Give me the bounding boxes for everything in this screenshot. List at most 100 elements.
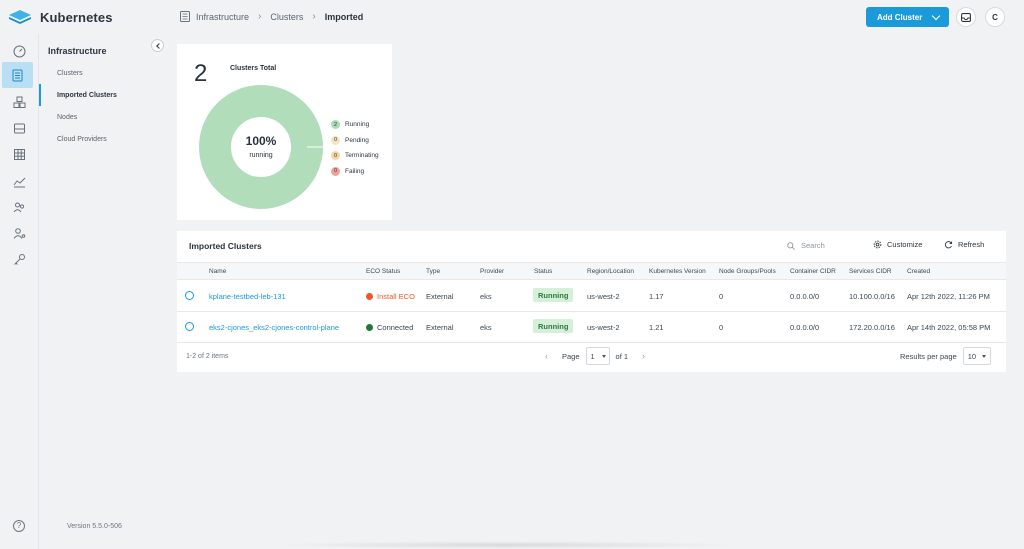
refresh-button[interactable]: Refresh (944, 240, 984, 249)
legend-running-count: 2 (331, 120, 340, 130)
eco-status-dot (366, 324, 373, 331)
rail-users[interactable] (5, 194, 33, 220)
add-cluster-label: Add Cluster (877, 12, 923, 22)
metrics-icon (13, 177, 25, 187)
cluster-k8s-version: 1.21 (649, 323, 664, 332)
breadcrumb-item-imported: Imported (324, 11, 364, 22)
cluster-name-link[interactable]: kplane-testbed-leb-131 (209, 292, 286, 301)
col-header-region[interactable]: Region/Location (587, 268, 634, 275)
subnav-item-imported-clusters[interactable]: Imported Clusters (57, 92, 117, 99)
cluster-k8s-version: 1.17 (649, 292, 664, 301)
rail-infrastructure[interactable] (2, 62, 33, 88)
gear-icon (873, 240, 882, 249)
storage-icon (13, 123, 25, 133)
layers-logo-icon (9, 10, 31, 24)
rail-catalog[interactable] (5, 141, 33, 167)
subnav-item-clusters[interactable]: Clusters (57, 70, 83, 77)
key-icon (13, 253, 25, 265)
col-header-k8s-version[interactable]: Kubernetes Version (649, 268, 706, 275)
rail-storage[interactable] (5, 115, 33, 141)
subnav-item-cloud-providers[interactable]: Cloud Providers (57, 136, 107, 143)
cluster-container-cidr: 0.0.0.0/0 (790, 292, 820, 301)
apps-icon (13, 96, 25, 108)
cluster-services-cidr: 172.20.0.0/16 (849, 323, 895, 332)
server-icon (180, 11, 190, 22)
cluster-created: Apr 12th 2022, 11:26 PM (907, 292, 990, 301)
page-label: Page (562, 351, 580, 361)
results-per-page: Results per page 10 (900, 347, 991, 365)
caret-down-icon (981, 354, 986, 358)
status-donut-chart: 100% running (199, 85, 323, 209)
col-header-created[interactable]: Created (907, 268, 930, 275)
cluster-type: External (426, 292, 454, 301)
icon-rail (0, 34, 39, 549)
help-icon[interactable]: ? (13, 520, 25, 532)
add-cluster-button[interactable]: Add Cluster (866, 7, 949, 27)
table-footer: 1-2 of 2 items ‹ Page 1 of 1 › Results p… (177, 342, 1006, 372)
col-header-services-cidr[interactable]: Services CIDR (849, 268, 892, 275)
users-icon (13, 202, 24, 212)
subnav-item-nodes[interactable]: Nodes (57, 114, 77, 121)
legend-failing-count: 0 (331, 166, 340, 176)
table-row[interactable]: kplane-testbed-leb-131 Install ECO Exter… (177, 281, 1006, 312)
search-placeholder: Search (801, 241, 825, 250)
rail-dashboard[interactable] (5, 38, 33, 64)
col-header-provider[interactable]: Provider (480, 268, 504, 275)
infrastructure-icon (12, 69, 23, 81)
row-select-radio[interactable] (185, 291, 194, 300)
chevron-left-icon (155, 42, 162, 49)
breadcrumb-item-clusters[interactable]: Clusters (270, 12, 303, 22)
legend-pending: 0 Pending (331, 133, 379, 149)
rail-apps[interactable] (5, 89, 33, 115)
col-header-type[interactable]: Type (426, 268, 440, 275)
legend-running: 2 Running (331, 117, 379, 133)
col-header-container-cidr[interactable]: Container CIDR (790, 268, 836, 275)
top-bar: Kubernetes Infrastructure › Clusters › I… (0, 0, 1024, 34)
status-badge: Running (533, 319, 574, 333)
inbox-icon (961, 12, 971, 22)
cluster-region: us-west-2 (587, 292, 620, 301)
user-avatar[interactable]: C (985, 7, 1005, 27)
breadcrumb-separator-icon: › (312, 11, 316, 22)
customize-button[interactable]: Customize (873, 240, 922, 249)
items-count: 1-2 of 2 items (186, 353, 229, 360)
cluster-node-groups: 0 (719, 292, 724, 301)
prev-page-icon[interactable]: ‹ (545, 351, 548, 361)
rpp-select[interactable]: 10 (962, 347, 991, 365)
app-title: Kubernetes (40, 9, 113, 25)
cluster-name-link[interactable]: eks2-cjones_eks2-cjones-control-plane (209, 323, 339, 332)
inbox-button[interactable] (956, 7, 976, 27)
rail-metrics[interactable] (5, 168, 33, 194)
next-page-icon[interactable]: › (642, 351, 645, 361)
breadcrumb-separator-icon: › (258, 11, 262, 22)
brand[interactable]: Kubernetes (8, 9, 113, 25)
cluster-type: External (426, 323, 454, 332)
cluster-node-groups: 0 (719, 323, 724, 332)
col-header-status[interactable]: Status (534, 268, 552, 275)
col-header-node-groups[interactable]: Node Groups/Pools (719, 268, 776, 275)
eco-status-dot (366, 293, 373, 300)
search-input[interactable]: Search (787, 241, 825, 250)
cluster-services-cidr: 10.100.0.0/16 (849, 292, 895, 301)
chevron-down-icon (931, 11, 941, 21)
eco-status-label: Connected (377, 323, 414, 332)
donut-label: running (249, 152, 272, 159)
col-header-name[interactable]: Name (209, 268, 226, 275)
col-header-eco-status[interactable]: ECO Status (366, 268, 400, 275)
pagination: ‹ Page 1 of 1 › (537, 347, 653, 365)
eco-status[interactable]: Install ECO (366, 292, 415, 301)
cluster-container-cidr: 0.0.0.0/0 (790, 323, 820, 332)
secondary-nav: Infrastructure Clusters Imported Cluster… (39, 34, 164, 549)
table-header: Name ECO Status Type Provider Status Reg… (177, 262, 1006, 280)
refresh-label: Refresh (958, 240, 985, 249)
rail-keys[interactable] (5, 246, 33, 272)
row-select-radio[interactable] (185, 322, 194, 331)
active-indicator (39, 84, 41, 106)
rail-user-settings[interactable] (5, 220, 33, 246)
breadcrumb-item-infrastructure[interactable]: Infrastructure (196, 12, 249, 22)
collapse-sidebar-button[interactable] (151, 39, 164, 52)
donut-percent: 100% (246, 134, 277, 148)
cluster-provider: eks (480, 323, 492, 332)
table-row[interactable]: eks2-cjones_eks2-cjones-control-plane Co… (177, 312, 1006, 343)
page-select[interactable]: 1 (585, 347, 610, 365)
